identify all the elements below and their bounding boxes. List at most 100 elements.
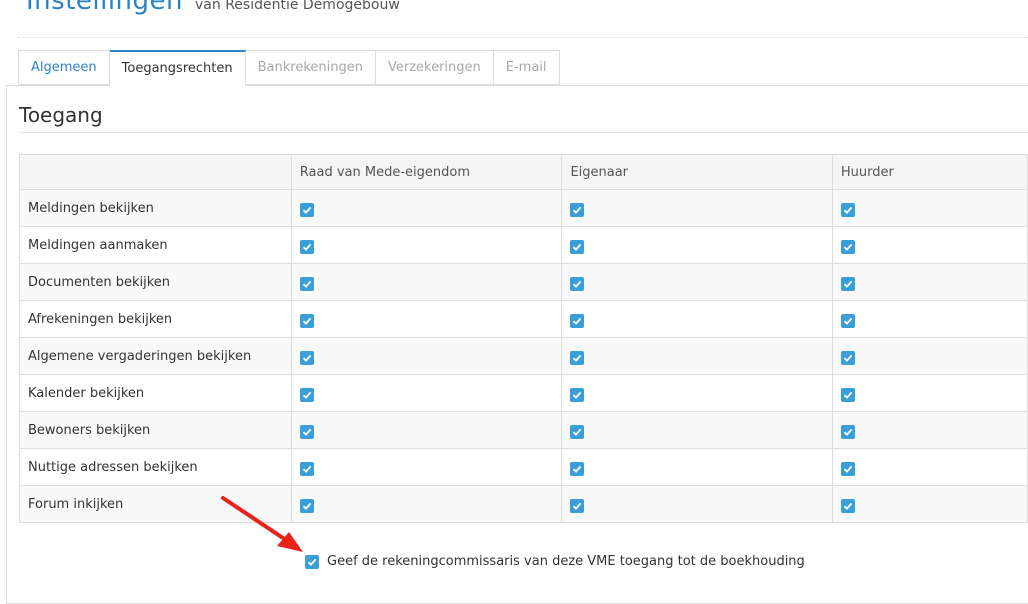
checkmark-icon	[573, 243, 582, 251]
table-row: Documenten bekijken	[19, 263, 1028, 301]
permission-label: Meldingen aanmaken	[19, 226, 292, 264]
permission-checkbox-eigenaar[interactable]	[570, 350, 585, 365]
checkmark-icon	[843, 280, 853, 288]
permission-label: Afrekeningen bekijken	[19, 300, 292, 338]
permission-cell-eigenaar	[561, 337, 833, 375]
permission-cell-huurder	[831, 300, 1028, 338]
permission-cell-eigenaar	[561, 300, 833, 338]
permission-checkbox-huurder[interactable]	[840, 313, 855, 328]
permission-cell-eigenaar	[561, 411, 833, 449]
permission-checkbox-raad[interactable]	[299, 461, 314, 476]
section-title: Toegang	[19, 103, 103, 127]
permission-cell-huurder	[831, 226, 1028, 264]
permission-cell-raad	[290, 189, 563, 227]
page-header: Instellingen van Residentie Demogebouw	[26, 0, 400, 30]
table-row: Forum inkijken	[19, 485, 1028, 523]
table-row: Bewoners bekijken	[19, 411, 1028, 449]
permission-checkbox-raad[interactable]	[299, 424, 314, 439]
table-row: Meldingen bekijken	[19, 189, 1028, 227]
checkmark-icon	[302, 317, 312, 325]
table-row: Nuttige adressen bekijken	[19, 448, 1028, 486]
permission-checkbox-raad[interactable]	[299, 239, 314, 254]
permission-checkbox-huurder[interactable]	[840, 387, 855, 402]
checkmark-icon	[843, 428, 853, 436]
permission-cell-raad	[290, 226, 563, 264]
permission-cell-huurder	[831, 448, 1028, 486]
header-divider	[18, 37, 1028, 38]
page-title: Instellingen	[26, 0, 184, 16]
checkmark-icon	[573, 465, 582, 473]
permission-checkbox-huurder[interactable]	[840, 461, 855, 476]
permission-cell-huurder	[831, 411, 1028, 449]
boekhouding-access-label: Geef de rekeningcommissaris van deze VME…	[327, 554, 805, 569]
permission-checkbox-raad[interactable]	[299, 276, 314, 291]
permission-checkbox-eigenaar[interactable]	[570, 461, 585, 476]
checkmark-icon	[573, 354, 582, 362]
checkmark-icon	[843, 502, 853, 510]
checkmark-icon	[573, 206, 582, 214]
permission-label: Kalender bekijken	[19, 374, 292, 412]
permission-cell-eigenaar	[561, 485, 833, 523]
tab-email[interactable]: E-mail	[493, 50, 560, 85]
permission-checkbox-raad[interactable]	[299, 313, 314, 328]
checkmark-icon	[573, 317, 582, 325]
tab-toegangsrechten[interactable]: Toegangsrechten	[109, 50, 246, 86]
tab-algemeen[interactable]: Algemeen	[18, 50, 110, 85]
table-header-row: Raad van Mede-eigendom Eigenaar Huurder	[19, 154, 1028, 190]
permissions-table: Raad van Mede-eigendom Eigenaar Huurder …	[19, 154, 1028, 523]
permission-checkbox-huurder[interactable]	[840, 350, 855, 365]
permission-checkbox-huurder[interactable]	[840, 498, 855, 513]
permission-label: Algemene vergaderingen bekijken	[19, 337, 292, 375]
checkmark-icon	[573, 502, 582, 510]
permission-checkbox-eigenaar[interactable]	[570, 239, 585, 254]
permission-cell-huurder	[831, 189, 1028, 227]
permission-label: Documenten bekijken	[19, 263, 292, 301]
permission-checkbox-eigenaar[interactable]	[570, 498, 585, 513]
tab-bankrekeningen[interactable]: Bankrekeningen	[245, 50, 376, 85]
checkmark-icon	[843, 206, 853, 214]
table-row: Kalender bekijken	[19, 374, 1028, 412]
permission-checkbox-eigenaar[interactable]	[570, 202, 585, 217]
checkmark-icon	[302, 428, 312, 436]
column-header-huurder: Huurder	[831, 154, 1028, 190]
checkmark-icon	[302, 465, 312, 473]
permission-checkbox-huurder[interactable]	[840, 424, 855, 439]
permission-checkbox-raad[interactable]	[299, 202, 314, 217]
table-row: Afrekeningen bekijken	[19, 300, 1028, 338]
checkmark-icon	[843, 243, 853, 251]
table-row: Algemene vergaderingen bekijken	[19, 337, 1028, 375]
tab-verzekeringen[interactable]: Verzekeringen	[375, 50, 494, 85]
permission-cell-eigenaar	[561, 448, 833, 486]
permission-cell-huurder	[831, 263, 1028, 301]
permission-cell-huurder	[831, 374, 1028, 412]
checkmark-icon	[302, 206, 312, 214]
permission-checkbox-raad[interactable]	[299, 387, 314, 402]
checkmark-icon	[302, 391, 312, 399]
permission-cell-eigenaar	[561, 189, 833, 227]
page-subtitle: van Residentie Demogebouw	[195, 0, 400, 13]
permission-label: Nuttige adressen bekijken	[19, 448, 292, 486]
permission-cell-huurder	[831, 485, 1028, 523]
checkmark-icon	[843, 354, 853, 362]
permission-cell-huurder	[831, 337, 1028, 375]
permission-cell-eigenaar	[561, 226, 833, 264]
boekhouding-access-option: Geef de rekeningcommissaris van deze VME…	[305, 554, 805, 569]
permission-checkbox-huurder[interactable]	[840, 239, 855, 254]
permission-cell-eigenaar	[561, 263, 833, 301]
permission-checkbox-eigenaar[interactable]	[570, 424, 585, 439]
permission-checkbox-huurder[interactable]	[840, 276, 855, 291]
permission-checkbox-huurder[interactable]	[840, 202, 855, 217]
permission-cell-raad	[290, 448, 563, 486]
permission-checkbox-eigenaar[interactable]	[570, 276, 585, 291]
permission-label: Meldingen bekijken	[19, 189, 292, 227]
checkmark-icon	[302, 243, 312, 251]
checkmark-icon	[843, 465, 853, 473]
permission-cell-raad	[290, 337, 563, 375]
checkmark-icon	[573, 280, 582, 288]
permission-checkbox-raad[interactable]	[299, 350, 314, 365]
permission-checkbox-eigenaar[interactable]	[570, 387, 585, 402]
checkmark-icon	[573, 391, 582, 399]
permission-checkbox-eigenaar[interactable]	[570, 313, 585, 328]
column-header-permission	[19, 154, 292, 190]
settings-tabs: Algemeen Toegangsrechten Bankrekeningen …	[18, 50, 560, 86]
